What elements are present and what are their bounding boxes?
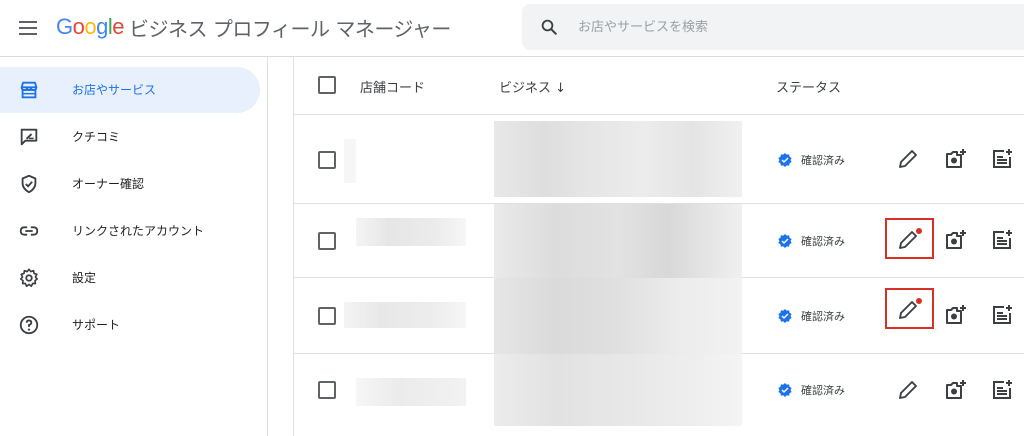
row-checkbox[interactable]	[318, 307, 336, 325]
sidebar-item-reviews[interactable]: クチコミ	[0, 114, 260, 160]
redacted-store-code	[356, 378, 466, 406]
verified-check-icon	[778, 309, 792, 323]
redacted-business-name	[494, 278, 742, 354]
edit-pencil-icon[interactable]	[896, 147, 920, 171]
table-row[interactable]: 確認済み	[294, 278, 1024, 354]
sidebar-item-label: 設定	[72, 271, 97, 285]
sidebar-item-support[interactable]: サポート	[0, 302, 260, 348]
sidebar-item-label: リンクされたアカウント	[72, 224, 205, 238]
table-row[interactable]: 確認済み	[294, 354, 1024, 436]
menu-icon-bar	[19, 27, 37, 29]
status-text: 確認済み	[801, 154, 845, 167]
product-name: ビジネス プロフィール マネージャー	[129, 16, 451, 41]
sidebar-item-stores[interactable]: お店やサービス	[0, 67, 260, 113]
add-photo-icon[interactable]	[944, 147, 968, 171]
sidebar-item-label: サポート	[72, 318, 121, 332]
sidebar-item-linked-accounts[interactable]: リンクされたアカウント	[0, 208, 260, 254]
menu-icon	[19, 21, 37, 23]
sidebar-item-settings[interactable]: 設定	[0, 255, 260, 301]
google-logo: Google	[56, 14, 125, 39]
redacted-store-code	[344, 302, 466, 328]
verified-shield-icon	[21, 174, 37, 194]
add-post-icon[interactable]	[990, 228, 1014, 252]
table-row[interactable]: 確認済み	[294, 115, 1024, 204]
store-icon	[20, 81, 38, 99]
status-badge: 確認済み	[777, 233, 845, 249]
edit-pencil-icon[interactable]	[896, 378, 920, 402]
row-checkbox[interactable]	[318, 151, 336, 169]
link-icon	[19, 226, 39, 236]
row-checkbox[interactable]	[318, 381, 336, 399]
search-icon[interactable]	[540, 18, 558, 36]
sidebar-item-label: オーナー確認	[72, 177, 145, 191]
sidebar-item-label: クチコミ	[72, 130, 121, 144]
column-header-status[interactable]: ステータス	[776, 77, 841, 96]
review-icon	[20, 128, 38, 146]
sidebar-item-label: お店やサービス	[72, 83, 157, 97]
redacted-business-name	[494, 121, 742, 197]
search-bar[interactable]	[522, 4, 1024, 50]
redacted-business-name	[494, 354, 742, 426]
menu-icon-bar	[19, 33, 37, 35]
pending-update-dot	[916, 228, 922, 234]
sort-arrow-icon: ↓	[555, 81, 567, 96]
sidebar-item-verification[interactable]: オーナー確認	[0, 161, 260, 207]
row-checkbox[interactable]	[318, 232, 336, 250]
pending-update-dot	[916, 298, 922, 304]
verified-check-icon	[778, 234, 792, 248]
redacted-store-code	[344, 139, 356, 183]
help-icon	[19, 315, 39, 335]
column-header-business[interactable]: ビジネス ↓	[499, 77, 566, 96]
status-text: 確認済み	[801, 235, 845, 248]
gear-icon	[19, 268, 39, 288]
status-badge: 確認済み	[777, 382, 845, 398]
redacted-business-name	[494, 204, 742, 278]
table-row[interactable]: 確認済み	[294, 204, 1024, 278]
redacted-store-code	[356, 218, 466, 246]
main-menu-button[interactable]	[16, 16, 40, 40]
status-text: 確認済み	[801, 384, 845, 397]
business-table: 店舗コード ビジネス ↓ ステータス 確認済み 確認済み 確認済み 確認済み	[293, 57, 1024, 436]
add-photo-icon[interactable]	[944, 303, 968, 327]
status-text: 確認済み	[801, 310, 845, 323]
add-post-icon[interactable]	[990, 147, 1014, 171]
add-post-icon[interactable]	[990, 303, 1014, 327]
verified-check-icon	[778, 153, 792, 167]
select-all-checkbox[interactable]	[318, 76, 336, 94]
column-header-store-code[interactable]: 店舗コード	[360, 77, 425, 96]
search-input[interactable]	[578, 14, 1018, 40]
sidebar-nav: お店やサービス クチコミ オーナー確認 リンクされたアカウント 設定 サポート	[0, 57, 268, 436]
add-photo-icon[interactable]	[944, 378, 968, 402]
top-app-bar: Google ビジネス プロフィール マネージャー	[0, 0, 1024, 57]
verified-check-icon	[778, 383, 792, 397]
status-badge: 確認済み	[777, 152, 845, 168]
add-photo-icon[interactable]	[944, 228, 968, 252]
table-header: 店舗コード ビジネス ↓ ステータス	[294, 57, 1024, 115]
status-badge: 確認済み	[777, 308, 845, 324]
column-header-business-label: ビジネス	[499, 81, 552, 96]
add-post-icon[interactable]	[990, 378, 1014, 402]
app-brand[interactable]: Google ビジネス プロフィール マネージャー	[56, 12, 451, 42]
